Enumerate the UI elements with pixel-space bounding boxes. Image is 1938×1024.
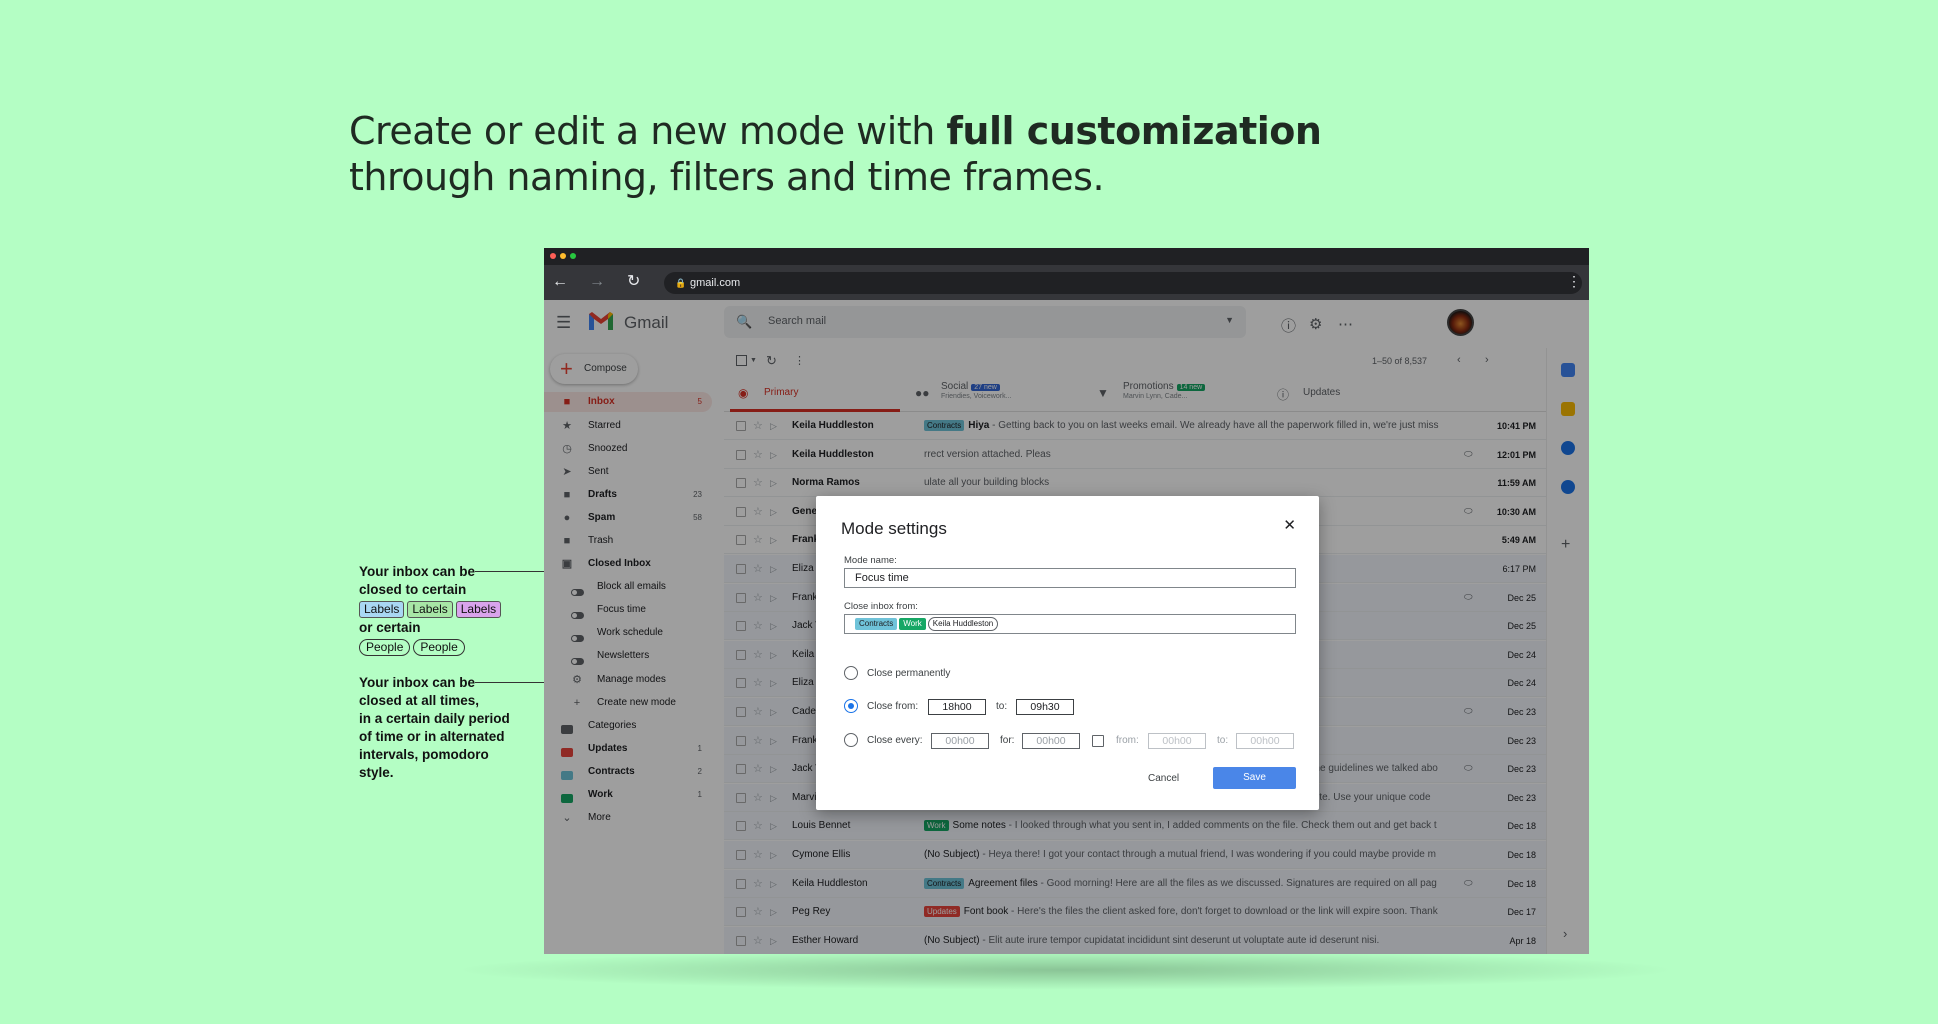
annotation-text: style. [359, 765, 394, 780]
close-from-option-label: Close from: [867, 701, 919, 712]
annotation-time: Your inbox can be closed at all times, i… [359, 674, 510, 782]
dialog-title: Mode settings [841, 519, 947, 538]
to2-time-input[interactable]: 00h00 [1236, 733, 1294, 749]
annotation-text: in a certain daily period [359, 711, 510, 726]
forward-icon[interactable]: → [589, 273, 605, 291]
mode-name-label: Mode name: [844, 555, 897, 566]
annotation-text: or certain [359, 620, 421, 635]
title-bar [544, 248, 1589, 265]
minimize-window-dot[interactable] [560, 253, 566, 259]
interval-window-checkbox[interactable] [1092, 735, 1104, 747]
to-label: to: [996, 701, 1008, 712]
people-pill: People [359, 639, 411, 656]
label-pill: Labels [407, 601, 453, 618]
browser-menu-icon[interactable]: ⋮ [1567, 273, 1581, 290]
annotation-text: of time or in alternated [359, 729, 505, 744]
url-bar[interactable]: 🔒 gmail.com [664, 272, 1582, 294]
annotation-text: Your inbox can be [359, 675, 476, 690]
url-text: gmail.com [690, 277, 741, 289]
close-window-dot[interactable] [550, 253, 556, 259]
close-permanently-radio[interactable] [844, 666, 858, 680]
every-time-input[interactable]: 00h00 [931, 733, 989, 749]
modal-overlay: Mode settings ✕ Mode name: Focus time Cl… [544, 300, 1589, 954]
filter-chip-contracts[interactable]: Contracts [855, 618, 898, 630]
browser-toolbar: ← → ↻ 🔒 gmail.com ⋮ [544, 265, 1589, 300]
for-label: for: [1000, 735, 1015, 746]
mode-settings-dialog: Mode settings ✕ Mode name: Focus time Cl… [816, 496, 1319, 810]
close-every-label: Close every: [867, 735, 923, 746]
from2-time-input[interactable]: 00h00 [1148, 733, 1206, 749]
headline-bold: full customization [946, 109, 1322, 153]
back-icon[interactable]: ← [552, 273, 568, 291]
annotation-text: closed at all times, [359, 693, 480, 708]
close-from-label: Close inbox from: [844, 601, 918, 612]
headline-part1: Create or edit a new mode with [349, 109, 947, 153]
label-pill: Labels [359, 601, 405, 618]
maximize-window-dot[interactable] [570, 253, 576, 259]
lock-icon: 🔒 [675, 278, 687, 288]
mode-name-input[interactable]: Focus time [844, 568, 1296, 588]
close-icon[interactable]: ✕ [1283, 516, 1296, 534]
headline-part2: through naming, filters and time frames. [349, 155, 1105, 199]
close-from-radio[interactable] [844, 699, 858, 713]
to2-label: to: [1217, 735, 1229, 746]
headline: Create or edit a new mode with full cust… [349, 108, 1322, 200]
from-time-input[interactable]: 18h00 [928, 699, 986, 715]
from2-label: from: [1116, 735, 1139, 746]
annotation-text: Your inbox can be [359, 564, 476, 579]
save-button[interactable]: Save [1213, 767, 1296, 789]
close-permanently-label: Close permanently [867, 668, 951, 679]
reload-icon[interactable]: ↻ [627, 273, 640, 291]
cancel-button[interactable]: Cancel [1148, 773, 1179, 784]
label-pill: Labels [455, 601, 502, 618]
people-pill: People [413, 639, 465, 656]
annotation-text: intervals, pomodoro [359, 747, 489, 762]
annotation-text: closed to certain [359, 582, 467, 597]
close-from-input[interactable]: Contracts Work Keila Huddleston [844, 614, 1296, 634]
for-time-input[interactable]: 00h00 [1022, 733, 1080, 749]
close-every-radio[interactable] [844, 733, 858, 747]
to-time-input[interactable]: 09h30 [1016, 699, 1074, 715]
window-shadow [450, 950, 1680, 990]
filter-chip-person[interactable]: Keila Huddleston [927, 617, 999, 631]
annotation-labels: Your inbox can be closed to certain Labe… [359, 563, 504, 656]
filter-chip-work[interactable]: Work [899, 618, 926, 630]
browser-window: ← → ↻ 🔒 gmail.com ⋮ ☰ Gmail 🔍 Search mai… [544, 248, 1589, 954]
